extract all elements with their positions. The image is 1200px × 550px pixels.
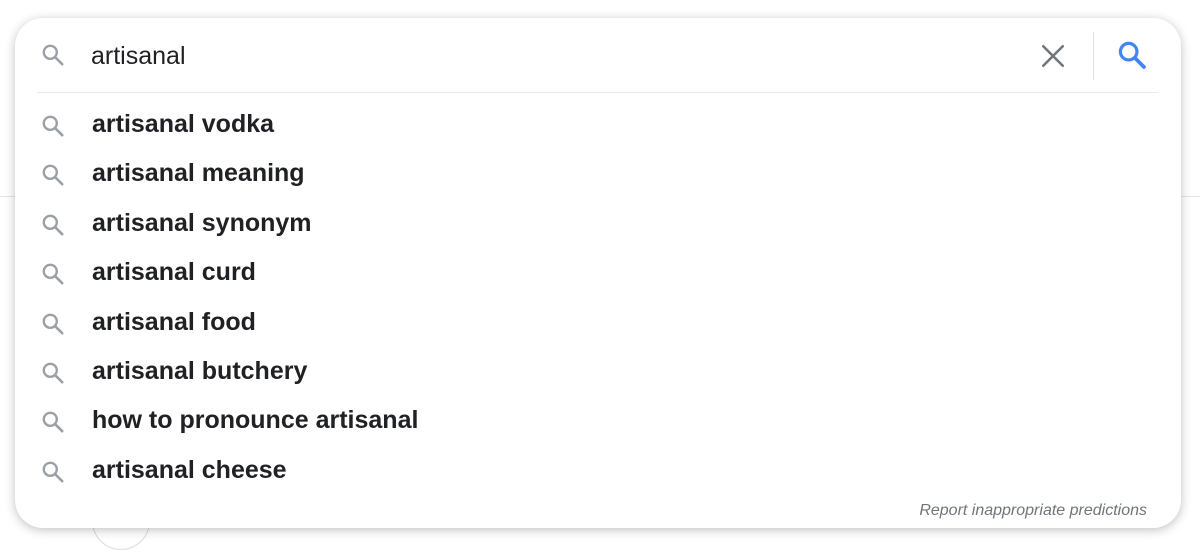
search-icon: [40, 212, 66, 238]
search-icon: [40, 360, 66, 386]
button-divider: [1093, 32, 1094, 80]
suggestion-text: artisanal synonym: [92, 208, 312, 237]
search-icon: [40, 42, 66, 68]
suggestion-item[interactable]: artisanal curd: [15, 249, 1181, 298]
search-icon: [1116, 39, 1148, 76]
suggestion-item[interactable]: artisanal synonym: [15, 200, 1181, 249]
search-input[interactable]: [91, 36, 991, 76]
suggestion-item[interactable]: how to pronounce artisanal: [15, 397, 1181, 446]
suggestion-text: artisanal cheese: [92, 455, 287, 484]
suggestion-text: artisanal butchery: [92, 356, 308, 385]
search-icon: [40, 261, 66, 287]
dropdown-divider: [37, 92, 1158, 93]
suggestion-text: artisanal vodka: [92, 110, 275, 138]
search-icon: [40, 113, 66, 139]
search-panel: artisanal vodka artisanal meaning artisa…: [15, 18, 1181, 528]
report-predictions-link[interactable]: Report inappropriate predictions: [919, 502, 1147, 520]
suggestion-item[interactable]: artisanal meaning: [15, 150, 1181, 199]
close-icon: [1040, 43, 1066, 74]
suggestion-text: how to pronounce artisanal: [92, 406, 419, 435]
suggestion-item[interactable]: artisanal food: [15, 299, 1181, 348]
search-icon: [40, 162, 66, 188]
search-icon: [40, 459, 66, 485]
suggestion-text: artisanal curd: [92, 258, 256, 287]
suggestion-list: artisanal vodka artisanal meaning artisa…: [15, 101, 1181, 496]
suggestion-text: artisanal meaning: [92, 159, 305, 188]
search-bar: [15, 18, 1181, 94]
suggestion-item[interactable]: artisanal cheese: [15, 447, 1181, 496]
search-icon: [40, 311, 66, 337]
search-icon: [40, 409, 66, 435]
clear-button[interactable]: [1033, 38, 1073, 78]
suggestion-text: artisanal food: [92, 307, 256, 336]
search-submit-button[interactable]: [1111, 36, 1153, 78]
suggestion-item[interactable]: artisanal vodka: [15, 101, 1181, 150]
suggestion-item[interactable]: artisanal butchery: [15, 348, 1181, 397]
